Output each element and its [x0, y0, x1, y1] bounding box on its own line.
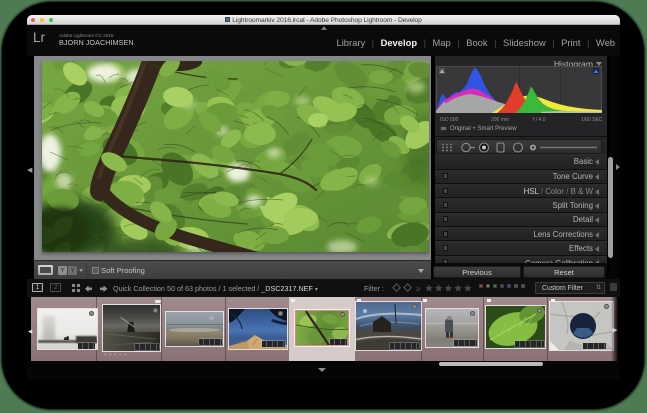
svg-text:≥: ≥ — [416, 284, 420, 293]
